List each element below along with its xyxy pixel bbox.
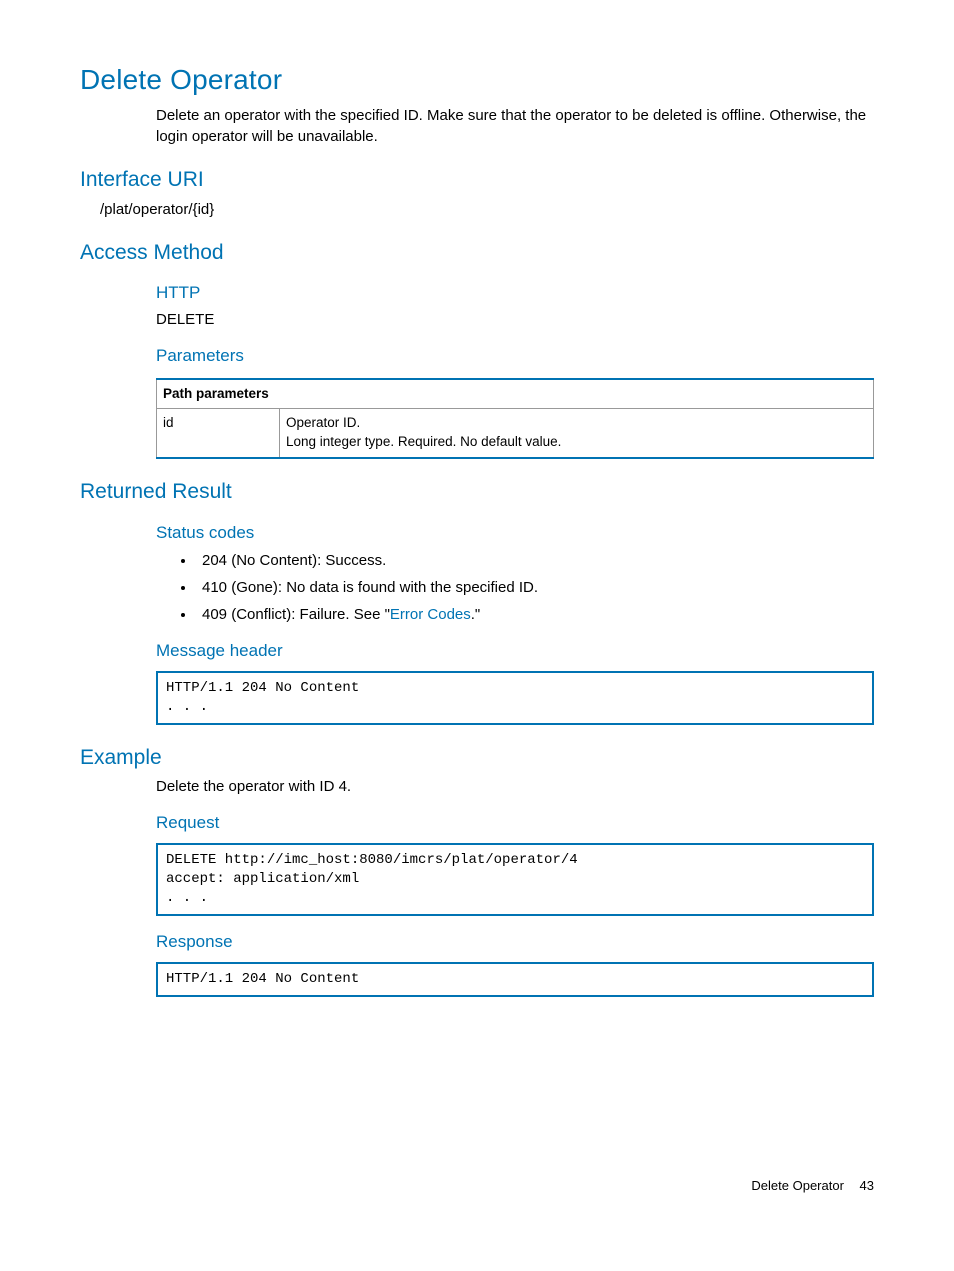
page-title: Delete Operator — [80, 60, 874, 99]
http-method-value: DELETE — [156, 309, 874, 330]
param-desc-line2: Long integer type. Required. No default … — [286, 434, 561, 449]
footer-page-number: 43 — [860, 1178, 874, 1193]
response-heading: Response — [156, 930, 874, 954]
parameters-heading: Parameters — [156, 344, 874, 368]
footer-text: Delete Operator — [751, 1178, 844, 1193]
status-codes-heading: Status codes — [156, 521, 874, 545]
list-item: 204 (No Content): Success. — [196, 550, 874, 571]
path-parameters-table: Path parameters id Operator ID. Long int… — [156, 378, 874, 460]
list-item: 409 (Conflict): Failure. See "Error Code… — [196, 604, 874, 625]
example-intro: Delete the operator with ID 4. — [156, 776, 874, 797]
status-409-prefix: 409 (Conflict): Failure. See " — [202, 606, 390, 623]
status-409-suffix: ." — [471, 606, 481, 623]
intro-text: Delete an operator with the specified ID… — [156, 105, 874, 147]
interface-uri-value: /plat/operator/{id} — [100, 199, 874, 220]
example-heading: Example — [80, 743, 874, 772]
interface-uri-heading: Interface URI — [80, 165, 874, 194]
list-item: 410 (Gone): No data is found with the sp… — [196, 577, 874, 598]
param-desc-line1: Operator ID. — [286, 415, 360, 430]
access-method-heading: Access Method — [80, 238, 874, 267]
param-desc-cell: Operator ID. Long integer type. Required… — [280, 409, 874, 458]
request-heading: Request — [156, 811, 874, 835]
message-header-heading: Message header — [156, 639, 874, 663]
error-codes-link[interactable]: Error Codes — [390, 606, 471, 623]
table-header: Path parameters — [157, 379, 874, 409]
table-row: id Operator ID. Long integer type. Requi… — [157, 409, 874, 458]
page-footer: Delete Operator 43 — [80, 1177, 874, 1195]
returned-result-heading: Returned Result — [80, 477, 874, 506]
response-code: HTTP/1.1 204 No Content — [156, 962, 874, 997]
message-header-code: HTTP/1.1 204 No Content . . . — [156, 671, 874, 725]
request-code: DELETE http://imc_host:8080/imcrs/plat/o… — [156, 843, 874, 916]
status-codes-list: 204 (No Content): Success. 410 (Gone): N… — [156, 550, 874, 625]
param-name-cell: id — [157, 409, 280, 458]
http-heading: HTTP — [156, 281, 874, 305]
